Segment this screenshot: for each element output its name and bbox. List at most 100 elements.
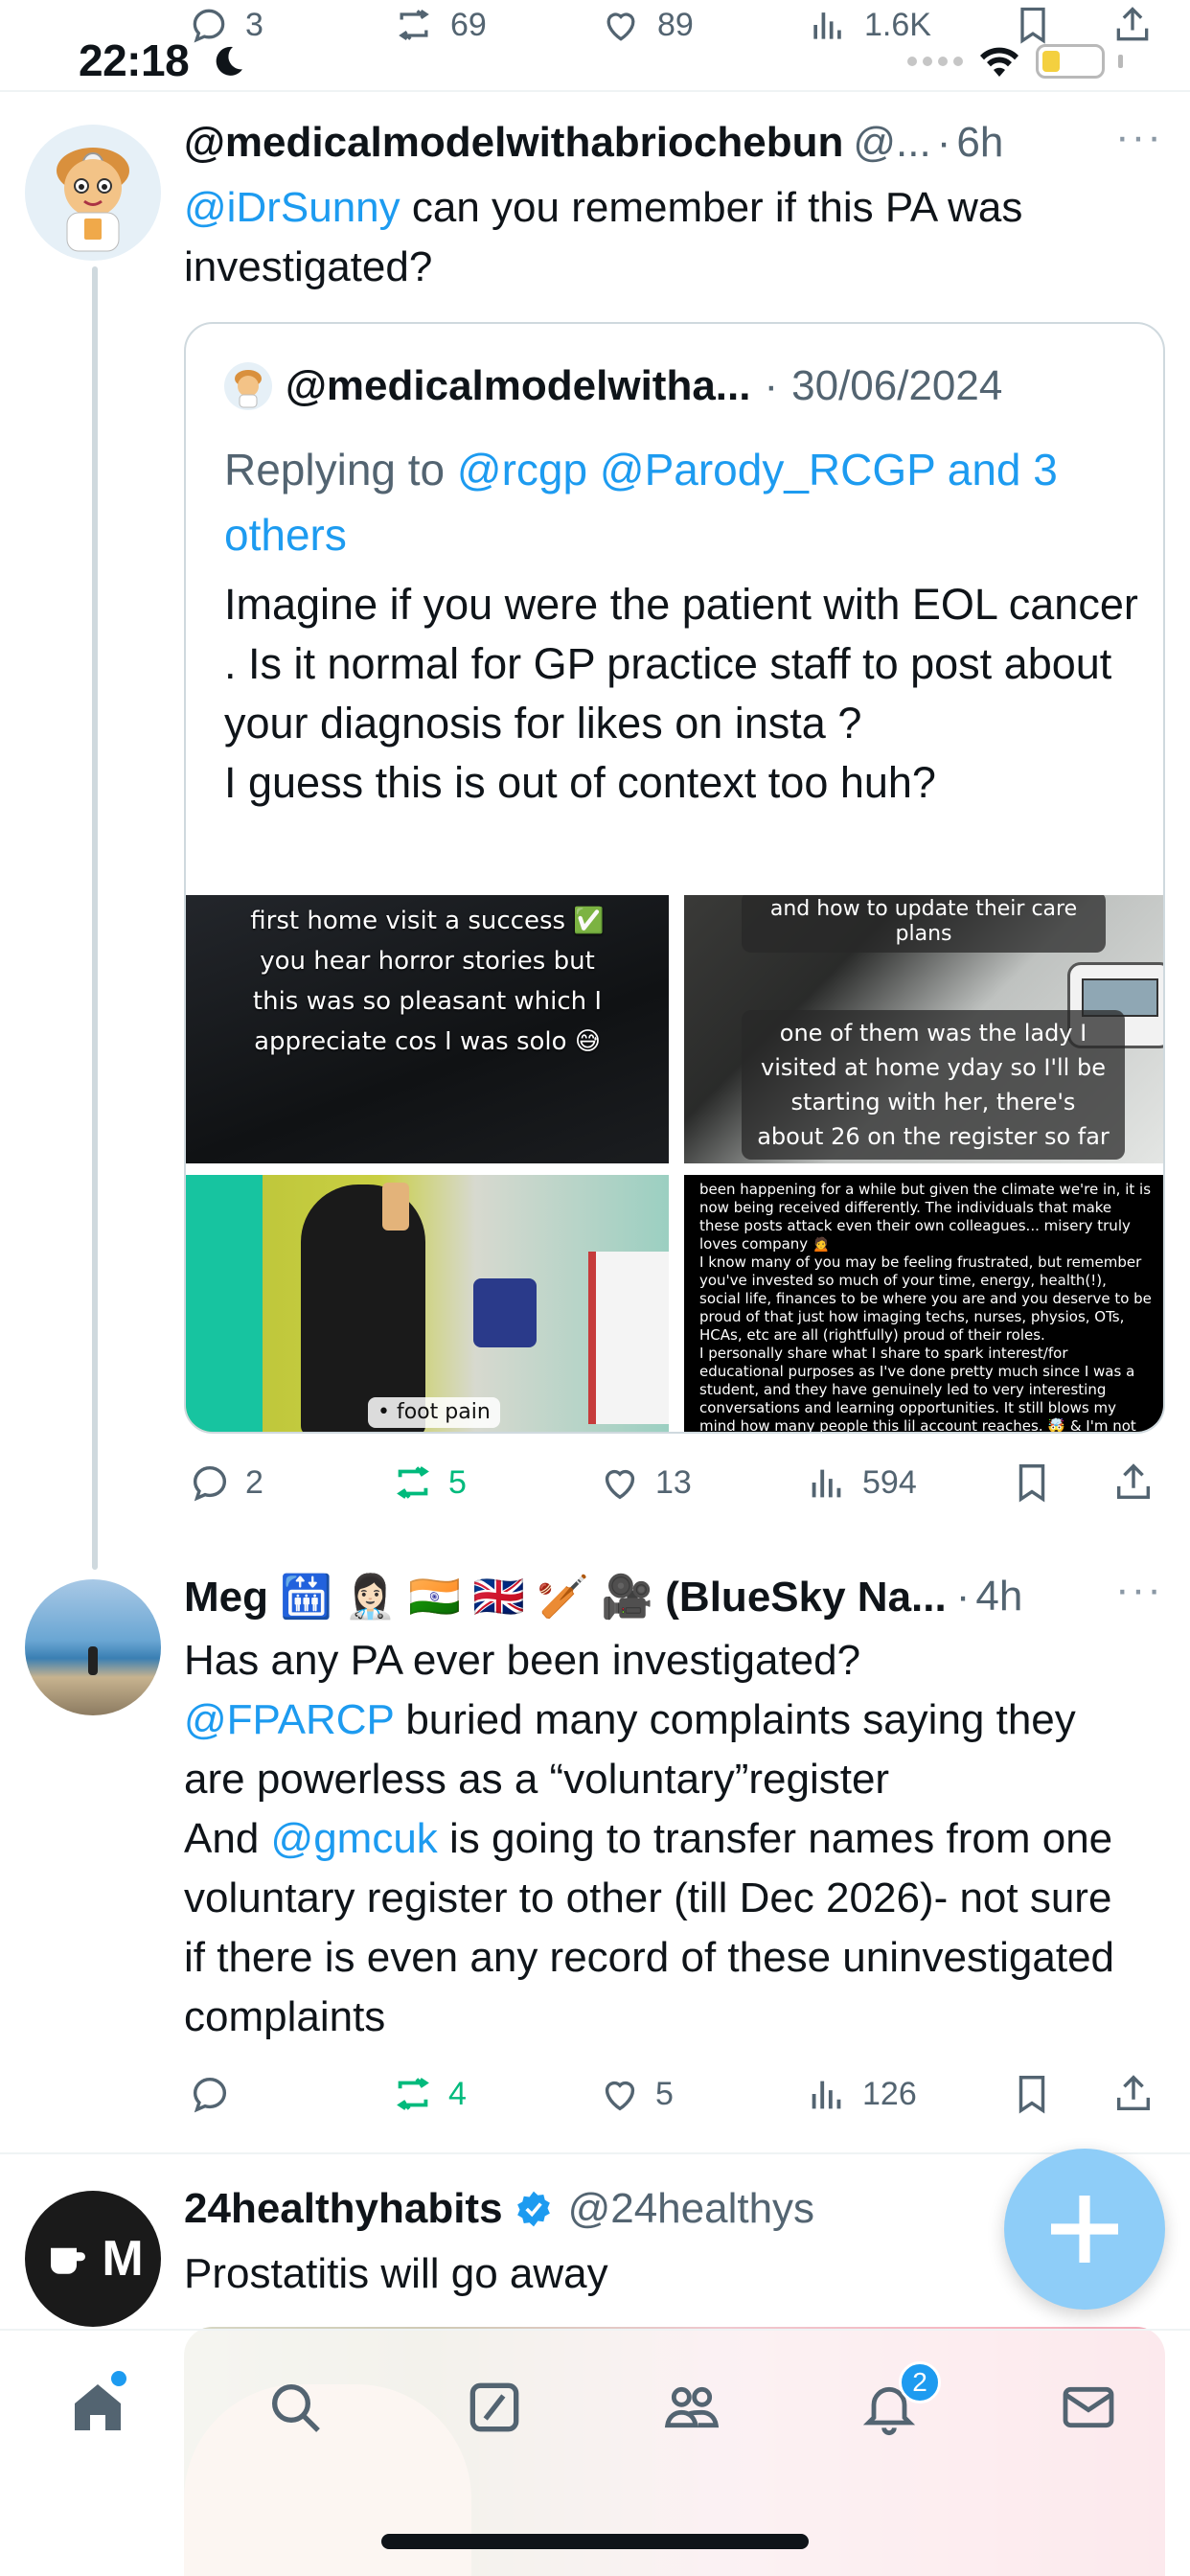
- bookmark-action[interactable]: [1010, 1460, 1054, 1505]
- nav-communities[interactable]: [661, 2377, 722, 2438]
- repost-action[interactable]: 69: [393, 4, 487, 46]
- quote-image-grid: first home visit a success ✅ you hear ho…: [186, 895, 1163, 1434]
- battery-icon: [1036, 44, 1105, 79]
- nav-messages[interactable]: [1058, 2377, 1119, 2438]
- quote-image-4[interactable]: been happening for a while but given the…: [684, 1175, 1163, 1434]
- avatar[interactable]: M: [25, 2191, 161, 2327]
- reply-count: 3: [245, 6, 263, 43]
- repost-count: 4: [448, 2075, 467, 2112]
- like-count: 5: [655, 2075, 674, 2112]
- views-icon: [812, 2081, 841, 2109]
- share-action[interactable]: [1111, 2072, 1156, 2116]
- nav-grok[interactable]: [464, 2377, 525, 2438]
- bookmark-action[interactable]: [1010, 2072, 1054, 2116]
- mention-link[interactable]: @FPARCP: [184, 1696, 394, 1743]
- quote-image-2[interactable]: and how to update their care plans one o…: [684, 895, 1163, 1163]
- heart-icon: [606, 12, 635, 41]
- tweet-text: Has any PA ever been investigated? @FPAR…: [184, 1631, 1142, 2047]
- avatar-text: M: [102, 2231, 144, 2287]
- home-indicator: [381, 2534, 809, 2549]
- mug-icon: [51, 2247, 86, 2274]
- author-name[interactable]: 24healthyhabits: [184, 2185, 503, 2233]
- author-name[interactable]: Meg 🛗 👩🏻‍⚕️ 🇮🇳 🇬🇧 🏏 🎥 (BlueSky Na...: [184, 1572, 947, 1622]
- bookmark-icon: [1018, 2076, 1045, 2114]
- tweet-text: @iDrSunny can you remember if this PA wa…: [184, 178, 1152, 297]
- image-caption: first home visit a success ✅ you hear ho…: [250, 907, 605, 1056]
- replying-to: Replying to @rcgp @Parody_RCGP and 3 oth…: [224, 437, 1125, 567]
- more-options-icon[interactable]: ···: [1115, 1566, 1163, 1614]
- avatar[interactable]: [25, 1579, 161, 1715]
- share-action[interactable]: [1111, 4, 1154, 46]
- status-time: 22:18: [79, 35, 190, 85]
- repost-action[interactable]: 5: [391, 1460, 467, 1505]
- author-name[interactable]: @medicalmodelwithabriochebun: [184, 119, 843, 167]
- communities-icon: [664, 2386, 720, 2428]
- bookmark-action[interactable]: [1012, 4, 1054, 46]
- tweet-paragraph: @FPARCP buried many complaints saying th…: [184, 1690, 1142, 1809]
- author-handle[interactable]: @24healthys: [568, 2185, 815, 2233]
- mention-link[interactable]: @iDrSunny: [184, 184, 400, 231]
- mention-link[interactable]: @gmcuk: [271, 1815, 438, 1862]
- tweet-header: @medicalmodelwithabriochebun @... · 6h: [184, 119, 1142, 167]
- tweet-actions: 4 5 126: [0, 2070, 1190, 2118]
- views-count: 126: [862, 2075, 917, 2112]
- plus-icon: [1051, 2196, 1118, 2263]
- image-text: been happening for a while but given the…: [699, 1181, 1152, 1434]
- nav-home[interactable]: [67, 2371, 128, 2438]
- tweet-time[interactable]: 4h: [975, 1573, 1022, 1621]
- wifi-icon: [980, 47, 1018, 77]
- quote-header: @medicalmodelwitha... · 30/06/2024: [224, 362, 1002, 410]
- like-action[interactable]: 5: [598, 2072, 674, 2116]
- reply-action[interactable]: 2: [188, 1460, 263, 1505]
- separator-dot: ·: [764, 362, 779, 409]
- quote-avatar-icon: [224, 362, 272, 410]
- quote-image-1[interactable]: first home visit a success ✅ you hear ho…: [186, 895, 669, 1163]
- divider: [0, 90, 1190, 92]
- thread-line: [92, 266, 98, 1570]
- share-icon: [1116, 7, 1149, 41]
- bookmark-icon: [1020, 7, 1045, 44]
- repost-icon: [397, 2078, 429, 2110]
- author-handle[interactable]: @...: [853, 119, 930, 167]
- doctor-bun-avatar-icon: [25, 125, 161, 261]
- avatar[interactable]: [25, 125, 161, 261]
- curtain: [186, 1175, 263, 1432]
- notifications-badge: 2: [899, 2361, 941, 2404]
- quoted-tweet-card[interactable]: @medicalmodelwitha... · 30/06/2024 Reply…: [184, 322, 1165, 1434]
- home-unread-dot: [111, 2371, 126, 2386]
- repost-count: 5: [448, 1463, 467, 1501]
- views-icon: [813, 12, 841, 39]
- reply-count: 2: [245, 1463, 263, 1501]
- share-action[interactable]: [1111, 1460, 1156, 1505]
- nav-notifications[interactable]: 2: [858, 2361, 941, 2438]
- heart-icon: [605, 2081, 635, 2111]
- views-count: 1.6K: [864, 6, 931, 43]
- views-action[interactable]: 594: [805, 1460, 917, 1505]
- repost-count: 69: [450, 6, 487, 43]
- nav-search[interactable]: [264, 2377, 326, 2438]
- quote-author-name[interactable]: @medicalmodelwitha...: [286, 362, 750, 410]
- quote-image-3[interactable]: • foot pain: [186, 1175, 669, 1432]
- compose-button[interactable]: [1004, 2149, 1165, 2310]
- views-icon: [812, 1469, 841, 1498]
- reply-icon: [193, 2077, 227, 2113]
- views-action[interactable]: 126: [805, 2072, 917, 2116]
- like-action[interactable]: 13: [598, 1460, 692, 1505]
- repost-icon: [399, 9, 429, 41]
- tweet-time[interactable]: 6h: [956, 119, 1003, 167]
- quote-date: 30/06/2024: [791, 362, 1003, 409]
- grok-icon: [469, 2382, 519, 2432]
- heart-icon: [605, 1469, 635, 1500]
- like-count: 13: [655, 1463, 692, 1501]
- like-action[interactable]: 89: [600, 4, 694, 46]
- reply-action[interactable]: [188, 2072, 245, 2116]
- repost-action[interactable]: 4: [391, 2072, 467, 2116]
- battery-cap: [1118, 55, 1123, 68]
- verified-badge-icon: [516, 2191, 550, 2227]
- image-top-caption: and how to update their care plans: [742, 895, 1106, 953]
- bookmark-icon: [1018, 1464, 1045, 1503]
- more-options-icon[interactable]: ···: [1115, 113, 1163, 161]
- tweet-header: 24healthyhabits @24healthys: [184, 2185, 1142, 2233]
- search-icon: [272, 2384, 320, 2432]
- views-action[interactable]: 1.6K: [807, 4, 931, 46]
